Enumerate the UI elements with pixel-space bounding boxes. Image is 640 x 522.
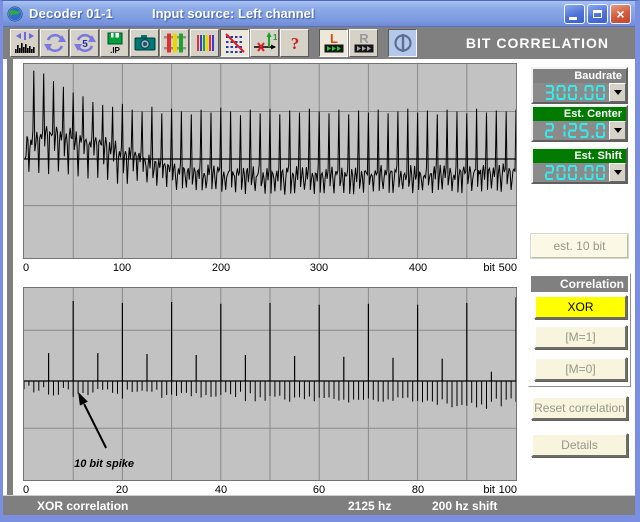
globe-app-icon (7, 6, 23, 22)
power-button[interactable] (388, 29, 417, 57)
refresh-icon (43, 31, 67, 55)
right-channel-button[interactable]: R (349, 29, 378, 57)
est-shift-value (533, 163, 609, 182)
baudrate-panel: Baudrate (531, 67, 628, 104)
svg-text:R: R (359, 31, 369, 46)
bit-axis-labels: 0 100 200 300 400 bit 500 (23, 262, 523, 276)
chevron-down-icon (614, 170, 622, 179)
svg-text:L: L (330, 31, 338, 46)
axis-tick-label: bit (483, 262, 495, 274)
spectrum-analyzer-icon (13, 31, 37, 55)
status-bar: XOR correlation 2125 hz 200 hz shift (3, 495, 635, 516)
help-icon: ? (283, 31, 307, 55)
axis-tick-label: 0 (23, 262, 29, 274)
baudrate-dropdown[interactable] (609, 83, 626, 102)
rgb-lines-icon (193, 31, 217, 55)
refresh-5-icon: 5 (73, 31, 97, 55)
reset-correlation-button[interactable]: Reset correlation (531, 396, 628, 420)
spectrum-analyzer-button[interactable] (10, 29, 39, 57)
save-ip-button[interactable]: .IP (100, 29, 129, 57)
rgb-bars-button[interactable] (160, 29, 189, 57)
status-frequency: 2125 hz (348, 496, 391, 516)
grid-crossed-icon (223, 31, 247, 55)
baudrate-header: Baudrate (533, 69, 626, 83)
lcd-display (545, 165, 608, 180)
axis-tune-icon: 1 (253, 31, 277, 55)
title-bar: Decoder 01-1 Input source: Left channel … (0, 1, 640, 27)
close-icon: × (611, 5, 630, 23)
window-controls: × (564, 4, 631, 24)
est-shift-header: Est. Shift (533, 149, 626, 163)
close-button[interactable]: × (610, 4, 631, 24)
axis-tick-label: 500 (499, 262, 517, 274)
maximize-button[interactable] (587, 4, 608, 24)
details-button[interactable]: Details (531, 433, 628, 457)
est-center-header: Est. Center (533, 107, 626, 121)
screen-title: BIT CORRELATION (466, 27, 609, 59)
xor-correlation-canvas: 10 bit spike (24, 288, 516, 480)
svg-text:?: ? (290, 34, 299, 53)
refresh-5-button[interactable]: 5 (70, 29, 99, 57)
axis-tick-label: 300 (310, 262, 328, 274)
svg-text:.IP: .IP (110, 46, 120, 55)
snapshot-camera-icon (133, 31, 157, 55)
lcd-display (545, 85, 608, 100)
rgb-bars-icon (163, 31, 187, 55)
left-divider (7, 59, 13, 495)
chart-annotation: 10 bit spike (74, 458, 134, 470)
toolbar: 5 .IP 1? L R BIT CORRELATION (3, 27, 635, 59)
client-area: 0100200300400bit500 10 bit spike 0204060… (3, 59, 635, 516)
bit-correlation-canvas (24, 64, 516, 258)
correlation-heading: Correlation (531, 276, 628, 292)
est-shift-panel: Est. Shift (531, 147, 628, 184)
axis-tick-label: 100 (113, 262, 131, 274)
svg-text:1: 1 (273, 33, 277, 42)
snapshot-camera-button[interactable] (130, 29, 159, 57)
xor-button[interactable]: XOR (534, 295, 627, 319)
left-channel-button[interactable]: L (319, 29, 348, 57)
baudrate-value (533, 83, 609, 102)
maximize-icon (593, 10, 602, 18)
est-shift-dropdown[interactable] (609, 163, 626, 182)
rgb-lines-button[interactable] (190, 29, 219, 57)
axis-tick-label: 400 (409, 262, 427, 274)
estimate-10bit-button[interactable]: est. 10 bit (531, 234, 628, 258)
minimize-icon (569, 17, 577, 20)
toolbar-buttons: 5 .IP 1? L R (10, 29, 418, 57)
axis-tick-label: 200 (212, 262, 230, 274)
chevron-down-icon (614, 90, 622, 99)
refresh-button[interactable] (40, 29, 69, 57)
minimize-button[interactable] (564, 4, 585, 24)
axis-tune-button[interactable]: 1 (250, 29, 279, 57)
correlation-group: Correlation XOR [M=1] [M=0] (528, 273, 631, 387)
app-window: Decoder 01-1 Input source: Left channel … (0, 0, 640, 522)
input-source-label: Input source: Left channel (152, 6, 315, 21)
grid-crossed-button[interactable] (220, 29, 249, 57)
est-center-panel: Est. Center (531, 105, 628, 142)
m1-button[interactable]: [M=1] (534, 325, 627, 349)
est-center-value (533, 121, 609, 140)
status-correlation-mode: XOR correlation (37, 496, 128, 516)
m0-button[interactable]: [M=0] (534, 357, 627, 381)
window-title: Decoder 01-1 (29, 6, 113, 21)
power-icon (391, 31, 415, 55)
chevron-down-icon (614, 128, 622, 137)
right-channel-icon: R (352, 31, 376, 55)
xor-correlation-chart: 10 bit spike (23, 287, 517, 481)
help-button[interactable]: ? (280, 29, 309, 57)
bit-correlation-chart (23, 63, 517, 259)
status-shift: 200 hz shift (432, 496, 497, 516)
svg-text:5: 5 (82, 39, 88, 50)
lcd-display (545, 123, 608, 138)
left-channel-icon: L (322, 31, 346, 55)
est-center-dropdown[interactable] (609, 121, 626, 140)
save-ip-icon: .IP (103, 31, 127, 55)
